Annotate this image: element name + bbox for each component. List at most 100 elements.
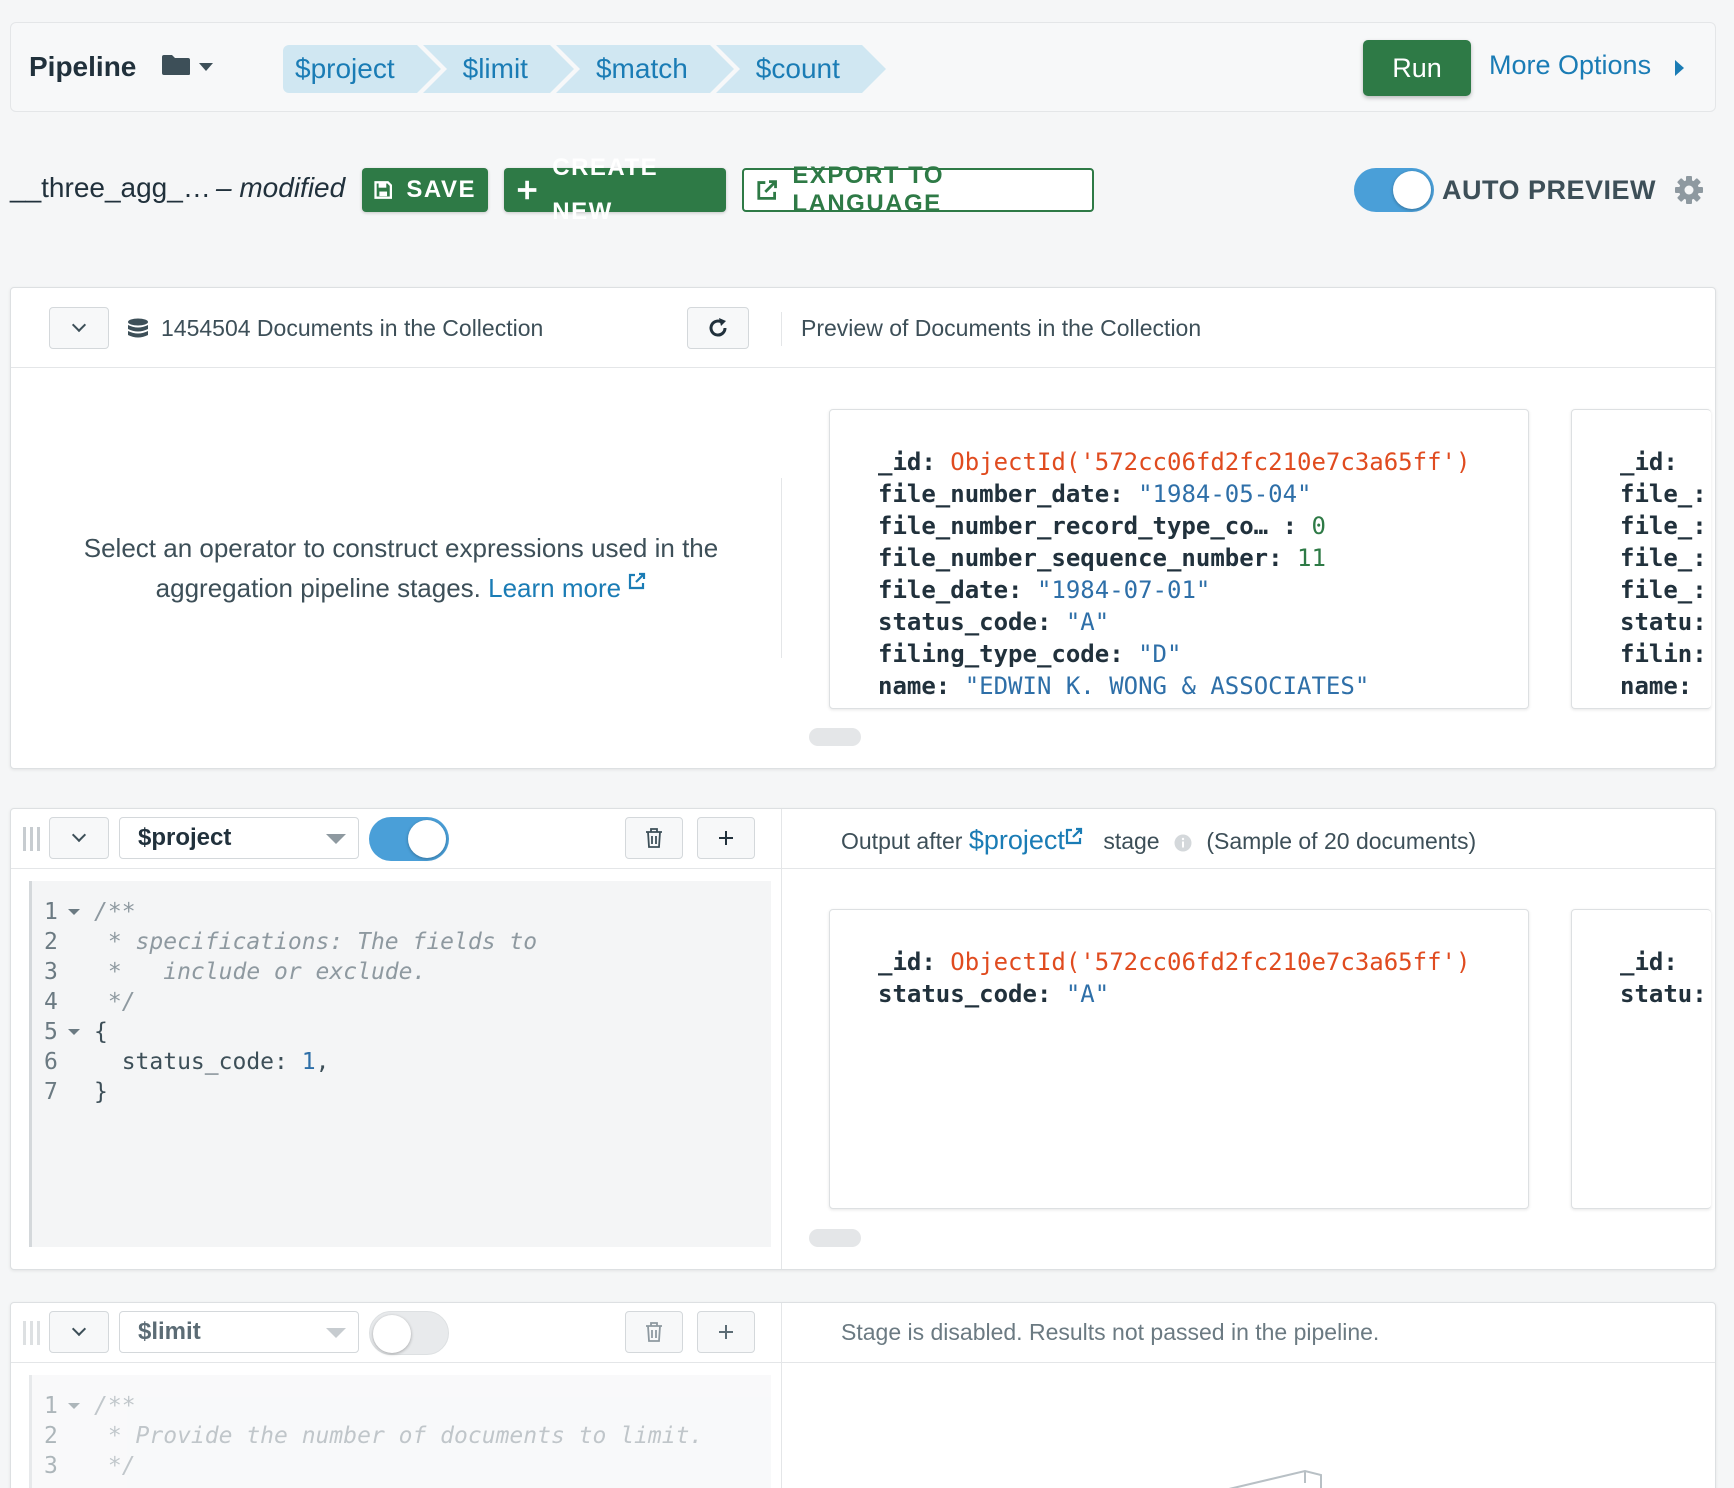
export-to-language-button[interactable]: EXPORT TO LANGUAGE: [742, 162, 1094, 217]
field-key: _id:: [878, 948, 951, 976]
collapse-button[interactable]: [49, 307, 109, 349]
document-field: _id: ObjectId('572cc06fd2fc210e7c3a65ff'…: [878, 446, 1470, 478]
code-text: }: [94, 1077, 108, 1107]
divider: [781, 809, 782, 869]
save-button[interactable]: SAVE: [362, 168, 488, 212]
document-card: _id: ObjectId('572cc06fd2fc210e7c3a65ff'…: [829, 409, 1529, 709]
stage-docs-link[interactable]: $project: [969, 825, 1065, 855]
auto-preview-label: AUTO PREVIEW: [1442, 175, 1657, 205]
field-key: _id:: [1620, 948, 1678, 976]
field-key: statu:: [1620, 608, 1707, 636]
divider: [781, 478, 782, 658]
line-number: 2: [44, 1423, 58, 1449]
field-key: file_number_sequence_number:: [878, 544, 1298, 572]
external-link-icon[interactable]: [1065, 827, 1083, 845]
stage-operator-select[interactable]: $project: [119, 817, 359, 859]
breadcrumb-stage[interactable]: $count: [715, 45, 886, 93]
document-fields: _id: ObjectId('572cc06fd2fc210e7c3a65ff'…: [878, 946, 1470, 1010]
export-label: EXPORT TO LANGUAGE: [792, 162, 945, 217]
field-key: _id:: [878, 448, 951, 476]
field-key: statu:: [1620, 980, 1707, 1008]
chevron-down-icon[interactable]: [199, 63, 213, 71]
document-fields: _id: statu:: [1620, 946, 1707, 1010]
refresh-button[interactable]: [687, 307, 749, 349]
code-token: status_code:: [94, 1049, 302, 1075]
document-field: statu:: [1620, 978, 1707, 1010]
code-token: */: [94, 989, 136, 1015]
document-field: _id:: [1620, 946, 1707, 978]
run-button[interactable]: Run: [1363, 40, 1471, 96]
stage-operator-select[interactable]: $limit: [119, 1311, 359, 1353]
stage-operator-value: $project: [138, 824, 232, 851]
add-stage-button[interactable]: [697, 1311, 755, 1353]
collapse-button[interactable]: [49, 1311, 109, 1353]
chevron-down-icon: [71, 1321, 87, 1337]
drag-handle-icon[interactable]: [21, 1321, 43, 1345]
info-icon[interactable]: [1174, 834, 1192, 852]
folder-icon[interactable]: [161, 54, 191, 76]
chevron-down-icon: [71, 317, 87, 333]
field-key: file_number_record_type_co… :: [878, 512, 1312, 540]
document-field: filing_type_code: "D": [878, 638, 1470, 670]
field-value: "EDWIN K. WONG & ASSOCIATES": [964, 672, 1370, 700]
line-number: 4: [44, 989, 58, 1015]
collection-panel-header: 1454504 Documents in the Collection Prev…: [11, 288, 1715, 368]
field-key: _id:: [1620, 448, 1678, 476]
collapse-button[interactable]: [49, 817, 109, 859]
stage-code-editor[interactable]: 1 /** 2 * specifications: The fields to 3 *…: [29, 881, 771, 1247]
pipeline-name[interactable]: __three_agg_…: [10, 172, 211, 204]
code-number: 1: [301, 1049, 316, 1075]
document-field: file_number_date: "1984-05-04": [878, 478, 1470, 510]
breadcrumb-stage[interactable]: $limit: [422, 45, 575, 93]
refresh-icon: [709, 318, 727, 337]
external-link-icon[interactable]: [628, 572, 646, 590]
document-field: status_code: "A": [878, 606, 1470, 638]
code-token: * include or exclude.: [94, 959, 427, 985]
document-count: 1454504 Documents in the Collection: [161, 315, 544, 341]
learn-more-link[interactable]: Learn more: [488, 573, 621, 603]
horizontal-scrollbar[interactable]: [809, 728, 861, 746]
code-token: /**: [94, 1393, 136, 1419]
stage-enabled-toggle[interactable]: [369, 817, 449, 861]
more-options-link[interactable]: More Options: [1489, 50, 1651, 81]
divider: [781, 1363, 782, 1488]
auto-preview-toggle[interactable]: [1354, 168, 1434, 212]
document-field: file_:: [1620, 510, 1707, 542]
fold-toggle-icon[interactable]: [68, 1403, 80, 1409]
delete-stage-button[interactable]: [625, 817, 683, 859]
document-card: _id: ObjectId('572cc06fd2fc210e7c3a65ff'…: [829, 909, 1529, 1209]
fold-toggle-icon[interactable]: [68, 1029, 80, 1035]
code-text: */: [94, 1451, 136, 1481]
stage-project-panel: $project Output after $project stage (Sa…: [10, 808, 1716, 1270]
document-field: file_:: [1620, 478, 1707, 510]
drag-handle-icon[interactable]: [21, 827, 43, 851]
field-value: "A": [1065, 608, 1110, 636]
code-token: */: [94, 1453, 136, 1479]
field-key: file_:: [1620, 512, 1707, 540]
fold-toggle-icon[interactable]: [68, 909, 80, 915]
field-value: 0: [1311, 512, 1326, 540]
gear-icon[interactable]: [1674, 175, 1704, 205]
document-field: file_:: [1620, 574, 1707, 606]
stage-code-editor[interactable]: 1/** 2 * Provide the number of documents …: [29, 1375, 771, 1488]
save-label: SAVE: [406, 176, 476, 203]
divider: [781, 869, 782, 1269]
create-new-button[interactable]: CREATE NEW: [504, 154, 726, 225]
divider: [781, 312, 782, 346]
delete-stage-button[interactable]: [625, 1311, 683, 1353]
line-number: 2: [44, 929, 58, 955]
breadcrumb-stage[interactable]: $match: [555, 45, 734, 93]
horizontal-scrollbar[interactable]: [809, 1229, 861, 1247]
document-card: _id: statu:: [1571, 909, 1711, 1209]
sample-label: (Sample of 20 documents): [1206, 828, 1477, 854]
breadcrumb-stage[interactable]: $project: [283, 45, 441, 93]
field-key: file_:: [1620, 480, 1707, 508]
field-key: name:: [878, 672, 965, 700]
stage-enabled-toggle[interactable]: [369, 1311, 449, 1355]
divider: [781, 1303, 782, 1363]
floppy-disk-icon: [374, 181, 393, 199]
caret-right-icon[interactable]: [1675, 60, 1684, 76]
code-token: * Provide the number of documents to lim…: [94, 1423, 704, 1449]
field-key: file_:: [1620, 576, 1707, 604]
add-stage-button[interactable]: [697, 817, 755, 859]
